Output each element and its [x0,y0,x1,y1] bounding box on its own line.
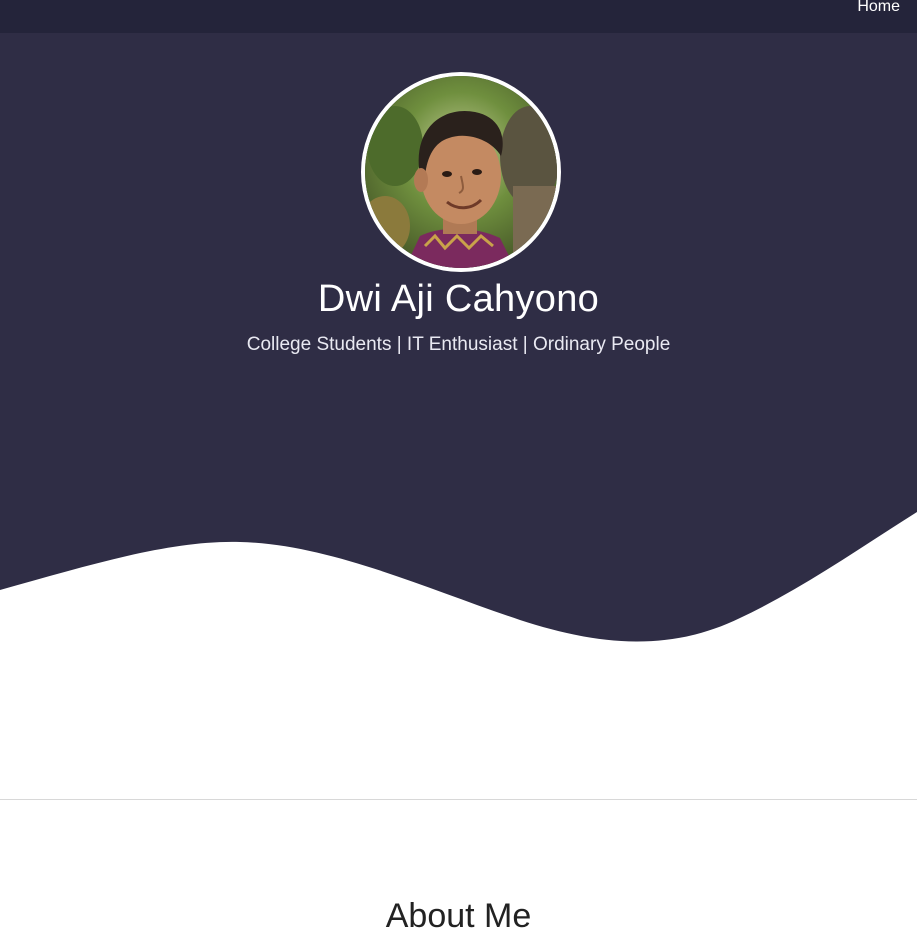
profile-avatar [361,72,561,272]
profile-photo-icon [365,76,557,268]
section-divider [0,799,917,800]
about-section-title: About Me [385,897,532,935]
profile-tagline: College Students | IT Enthusiast | Ordin… [246,334,671,355]
profile-name: Dwi Aji Cahyono [317,278,600,320]
